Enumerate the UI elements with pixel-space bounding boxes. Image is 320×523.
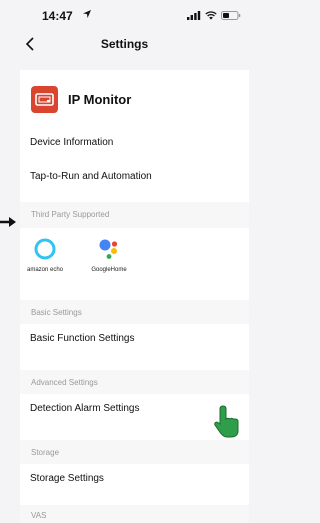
tap-to-run-row[interactable]: Tap-to-Run and Automation bbox=[20, 162, 249, 194]
pointing-hand-icon bbox=[214, 405, 239, 438]
monitor-glyph bbox=[35, 93, 54, 106]
page-title: Settings bbox=[100, 37, 149, 51]
google-assistant-icon bbox=[99, 239, 118, 259]
section-label: Basic Settings bbox=[31, 308, 82, 317]
section-label: Third Party Supported bbox=[31, 210, 110, 219]
row-label: Storage Settings bbox=[30, 473, 104, 484]
device-header: IP Monitor bbox=[20, 80, 249, 118]
monitor-icon bbox=[31, 86, 58, 113]
row-label: Detection Alarm Settings bbox=[30, 403, 140, 414]
arrow-right-icon bbox=[0, 217, 16, 227]
location-arrow-icon bbox=[83, 10, 91, 18]
service-google-home[interactable]: GoogleHome bbox=[84, 234, 134, 280]
service-label: GoogleHome bbox=[91, 267, 127, 273]
device-information-row[interactable]: Device Information bbox=[20, 128, 249, 160]
row-label: Tap-to-Run and Automation bbox=[30, 171, 152, 182]
section-label: Storage bbox=[31, 448, 60, 457]
row-label: Basic Function Settings bbox=[30, 333, 135, 344]
alexa-ring-icon bbox=[34, 238, 56, 260]
section-label: VAS bbox=[31, 511, 47, 520]
section-vas: VAS bbox=[20, 505, 249, 523]
service-label: amazon echo bbox=[26, 267, 64, 273]
nav-bar: Settings bbox=[0, 30, 249, 58]
status-icons bbox=[187, 10, 241, 20]
section-third-party: Third Party Supported bbox=[20, 202, 249, 230]
signal-icon bbox=[187, 10, 201, 20]
section-label: Advanced Settings bbox=[31, 378, 98, 387]
settings-panel: IP Monitor Device Information Tap-to-Run… bbox=[20, 70, 249, 523]
row-label: Device Information bbox=[30, 137, 114, 148]
status-time: 14:47 bbox=[42, 9, 73, 23]
basic-function-settings-row[interactable]: Basic Function Settings bbox=[20, 324, 249, 356]
device-name: IP Monitor bbox=[68, 92, 132, 107]
wifi-icon bbox=[205, 10, 217, 20]
status-bar: 14:47 bbox=[0, 0, 249, 30]
service-amazon-echo[interactable]: amazon echo bbox=[20, 234, 70, 280]
third-party-services: amazon echo GoogleHome bbox=[20, 228, 249, 280]
battery-icon bbox=[221, 10, 241, 20]
storage-settings-row[interactable]: Storage Settings bbox=[20, 464, 249, 496]
